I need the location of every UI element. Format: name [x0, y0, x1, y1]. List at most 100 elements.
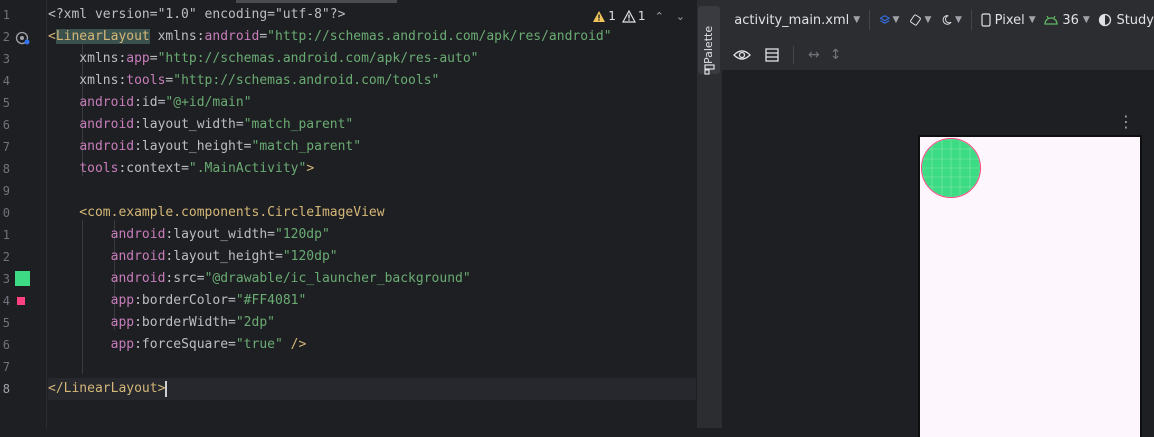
line-number: 7 [2, 140, 10, 154]
next-highlight-icon[interactable]: ⌄ [673, 10, 688, 23]
code-token: xmlns: [149, 29, 205, 44]
code-token: :forceSquare= [134, 337, 236, 352]
code-token: app [110, 315, 135, 330]
design-canvas[interactable]: ⋮ [722, 70, 1154, 437]
code-line[interactable] [48, 356, 696, 378]
gutter-line: 3 [0, 48, 46, 70]
code-line[interactable]: xmlns:app="http://schemas.android.com/ap… [48, 48, 696, 70]
code-token: < [48, 205, 88, 220]
launcher-background-image [922, 139, 980, 197]
code-token: android [110, 249, 166, 264]
code-token: = [259, 29, 268, 44]
code-token: :borderColor= [134, 293, 236, 308]
api-level: 36 [1062, 12, 1079, 28]
weak-warnings-indicator[interactable]: 1 [621, 9, 646, 23]
code-line[interactable]: android:layout_height="120dp" [48, 246, 696, 268]
chevron-down-icon: ▼ [853, 15, 861, 25]
horizontal-scrollbar-thumb[interactable] [236, 0, 397, 3]
line-number: 5 [2, 96, 10, 110]
palette-tab[interactable]: Palette [698, 6, 720, 75]
code-line[interactable]: android:id="@+id/main" [48, 92, 696, 114]
orientation-icon[interactable] [909, 12, 922, 28]
code-token: "true" [235, 337, 283, 352]
code-token: "http://schemas.android.com/apk/res-auto… [157, 51, 479, 66]
warning-icon [593, 10, 606, 22]
file-name: activity_main.xml [734, 12, 850, 28]
code-editor[interactable]: 1 2 3 4 5 6 7 8 9 0 1 2 3 4 5 6 7 8 <?xml version="1.0" e… [0, 0, 696, 428]
code-token: com.example.components.CircleImageView [87, 205, 385, 220]
color-preview-swatch[interactable] [17, 297, 25, 305]
gutter-line: 6 [0, 114, 46, 136]
code-line[interactable]: </LinearLayout> [48, 378, 696, 400]
theme-selector[interactable]: Study [1098, 13, 1154, 28]
code-line[interactable] [48, 180, 696, 202]
line-number: 2 [2, 30, 10, 44]
code-line[interactable]: app:borderColor="#FF4081" [48, 290, 696, 312]
line-number: 3 [2, 52, 10, 66]
chevron-down-icon[interactable]: ▼ [892, 15, 899, 25]
gutter-line: 5 [0, 312, 46, 334]
horizontal-resize-icon[interactable]: ↔ [808, 47, 820, 63]
vertical-resize-icon[interactable]: ↕ [830, 47, 842, 63]
design-surface-layers-icon[interactable] [879, 12, 891, 28]
code-token: xmlns: [48, 51, 127, 66]
line-number-gutter: 1 2 3 4 5 6 7 8 9 0 1 2 3 4 5 6 7 8 [0, 0, 47, 428]
toolbar-divider [970, 10, 972, 30]
drawable-preview-swatch[interactable] [15, 271, 30, 286]
code-token: android [204, 29, 260, 44]
theme-name: Study [1116, 12, 1154, 28]
code-token: :layout_width= [134, 117, 244, 132]
code-line[interactable]: android:src="@drawable/ic_launcher_backg… [48, 268, 696, 290]
line-number: 6 [2, 118, 10, 132]
file-selector[interactable]: activity_main.xml ▼ [734, 13, 860, 28]
line-number: 9 [2, 184, 10, 198]
code-token: "@+id/main" [165, 95, 252, 110]
code-line[interactable]: android:layout_width="match_parent" [48, 114, 696, 136]
palette-icon [704, 64, 715, 75]
inspection-widget[interactable]: 1 1 ⌃ ⌄ [592, 5, 688, 27]
code-token: tools [79, 161, 119, 176]
gutter-line: 7 [0, 136, 46, 158]
code-token: </ [48, 381, 64, 396]
code-line[interactable]: xmlns:tools="http://schemas.android.com/… [48, 70, 696, 92]
code-line[interactable]: android:layout_width="120dp" [48, 224, 696, 246]
chevron-down-icon[interactable]: ▼ [924, 15, 931, 25]
code-line[interactable]: app:forceSquare="true" /> [48, 334, 696, 356]
night-mode-icon[interactable] [941, 12, 953, 28]
gutter-line: 1 [0, 4, 46, 26]
device-selector[interactable]: Pixel ▼ [981, 13, 1036, 28]
code-token: :id= [134, 95, 166, 110]
code-line[interactable]: android:layout_height="match_parent" [48, 136, 696, 158]
code-line[interactable]: <LinearLayout xmlns:android="http://sche… [48, 26, 696, 48]
code-line[interactable]: <com.example.components.CircleImageView [48, 202, 696, 224]
code-token: android [79, 95, 135, 110]
gutter-line: 3 [0, 268, 46, 290]
code-token: android [79, 117, 135, 132]
more-options-icon[interactable]: ⋮ [1118, 114, 1134, 130]
chevron-down-icon[interactable]: ▼ [955, 15, 962, 25]
eye-icon[interactable] [733, 48, 751, 62]
gutter-line: 8 [0, 378, 46, 400]
palette-tool-strip: Palette [696, 0, 723, 428]
warnings-indicator[interactable]: 1 [592, 9, 616, 23]
code-line[interactable]: app:borderWidth="2dp" [48, 312, 696, 334]
code-line[interactable]: tools:context=".MainActivity"> [48, 158, 696, 180]
gutter-line: 9 [0, 180, 46, 202]
gutter-line: 4 [0, 290, 46, 312]
blueprint-icon[interactable] [765, 48, 779, 62]
code-token: < [48, 29, 56, 44]
code-token: app [126, 51, 150, 66]
code-token: /> [282, 337, 307, 352]
device-preview-frame[interactable] [918, 135, 1142, 437]
device-name: Pixel [994, 12, 1025, 28]
code-token: xmlns: [48, 73, 127, 88]
api-level-selector[interactable]: 36 ▼ [1044, 12, 1090, 28]
previous-highlight-icon[interactable]: ⌃ [652, 10, 667, 23]
weak-warnings-count: 1 [637, 9, 646, 23]
toolbar-divider [793, 46, 794, 64]
code-token: :layout_height= [165, 249, 283, 264]
circle-image-view-preview[interactable] [921, 138, 981, 198]
